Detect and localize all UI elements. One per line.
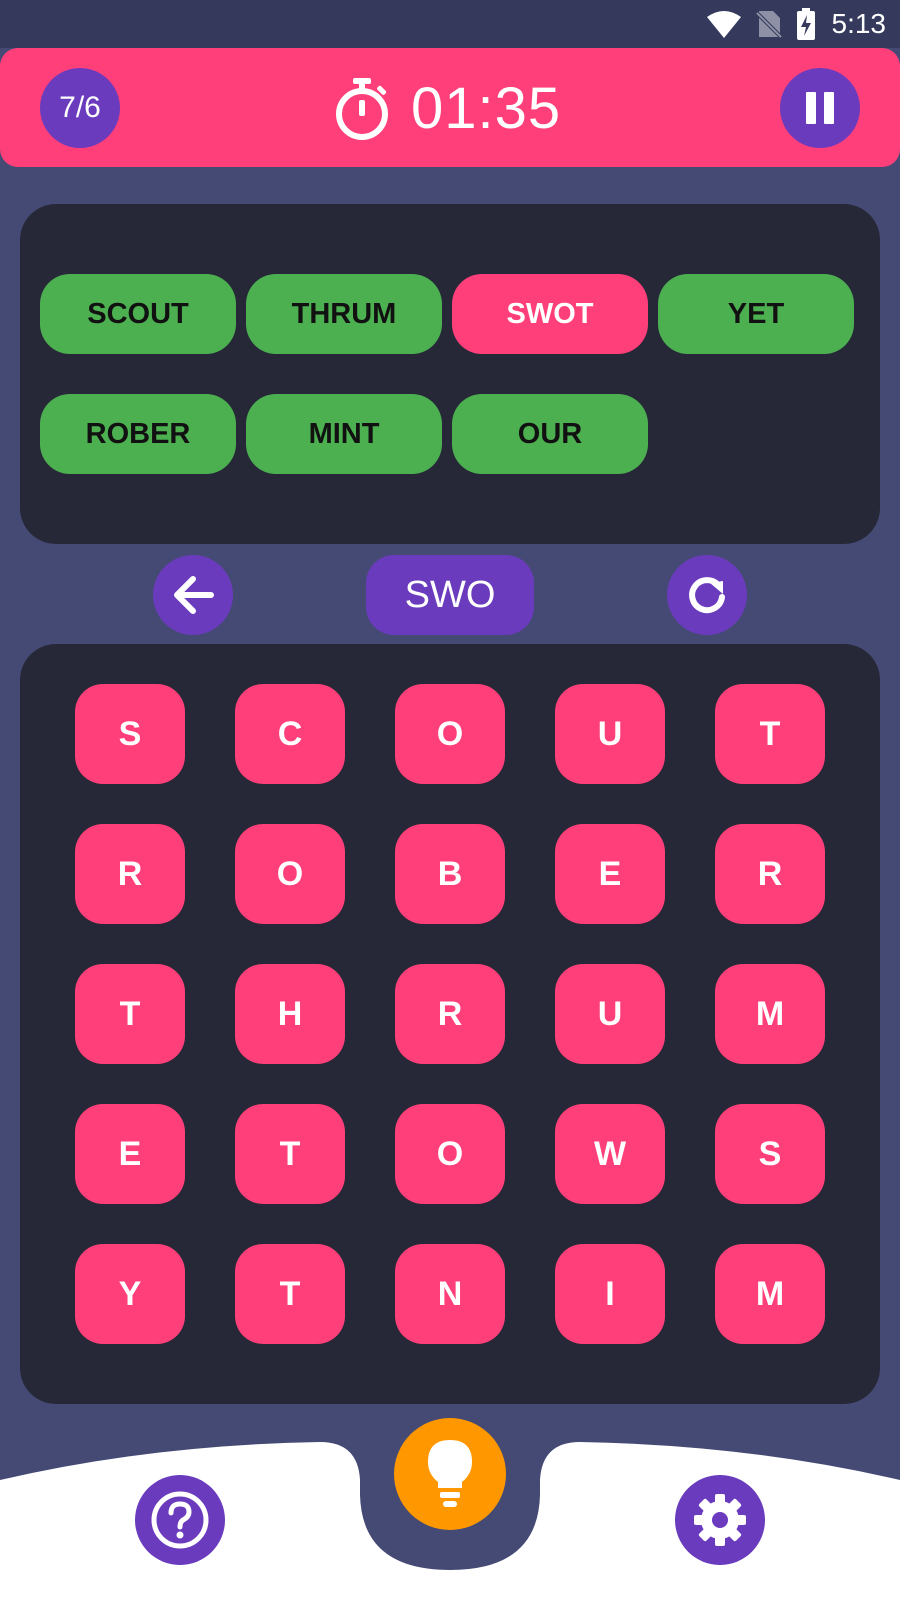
letter-tile[interactable]: Y	[75, 1244, 185, 1344]
letter-tile[interactable]: R	[395, 964, 505, 1064]
letter-tile[interactable]: E	[75, 1104, 185, 1204]
letter-tile[interactable]: O	[235, 824, 345, 924]
letter-tile[interactable]: T	[715, 684, 825, 784]
word-chip: SCOUT	[40, 274, 236, 354]
lightbulb-icon	[428, 1440, 472, 1507]
letter-tile[interactable]: T	[75, 964, 185, 1064]
back-arrow-icon	[174, 576, 214, 614]
letter-tile[interactable]: S	[715, 1104, 825, 1204]
letter-tile[interactable]: T	[235, 1244, 345, 1344]
current-word: SWO	[366, 555, 534, 635]
letter-tile[interactable]: U	[555, 964, 665, 1064]
letter-tile[interactable]: M	[715, 1244, 825, 1344]
status-icons: 5:13	[706, 8, 887, 40]
wifi-icon	[706, 11, 741, 38]
settings-button[interactable]	[675, 1475, 765, 1565]
word-chip: MINT	[246, 394, 442, 474]
word-chip: THRUM	[246, 274, 442, 354]
gear-icon	[694, 1494, 746, 1546]
letter-grid: S C O U T R O B E R T H R U M E T O W S …	[20, 644, 880, 1404]
status-bar: 5:13	[0, 0, 900, 48]
letter-tile[interactable]: N	[395, 1244, 505, 1344]
timer: 01:35	[333, 66, 561, 150]
backspace-button[interactable]	[153, 555, 233, 635]
letter-tile[interactable]: W	[555, 1104, 665, 1204]
hint-button[interactable]	[394, 1418, 506, 1530]
letter-tile[interactable]: H	[235, 964, 345, 1064]
battery-charging-icon	[796, 8, 815, 40]
letter-tile[interactable]: U	[555, 684, 665, 784]
level-badge: 7/6	[40, 68, 120, 148]
letter-tile[interactable]: T	[235, 1104, 345, 1204]
letter-tile[interactable]: M	[715, 964, 825, 1064]
letter-tile[interactable]: B	[395, 824, 505, 924]
letter-tile[interactable]: C	[235, 684, 345, 784]
help-icon	[151, 1491, 209, 1549]
letter-tile[interactable]: I	[555, 1244, 665, 1344]
stopwatch-icon	[336, 78, 388, 140]
refresh-icon	[689, 577, 725, 614]
letter-tile[interactable]: O	[395, 1104, 505, 1204]
found-words-panel: SCOUT THRUM SWOT YET ROBER MINT OUR	[20, 204, 880, 544]
pause-icon	[806, 92, 834, 124]
no-sim-icon	[755, 11, 782, 39]
help-button[interactable]	[135, 1475, 225, 1565]
reset-button[interactable]	[667, 555, 747, 635]
status-time: 5:13	[831, 8, 887, 39]
word-chip: OUR	[452, 394, 648, 474]
letter-tile[interactable]: R	[75, 824, 185, 924]
letter-tile[interactable]: E	[555, 824, 665, 924]
game-header: 7/6 01:35	[0, 48, 900, 167]
pause-button[interactable]	[780, 68, 860, 148]
letter-tile[interactable]: O	[395, 684, 505, 784]
word-chip: SWOT	[452, 274, 648, 354]
letter-tile[interactable]: R	[715, 824, 825, 924]
word-chip: ROBER	[40, 394, 236, 474]
letter-tile[interactable]: S	[75, 684, 185, 784]
timer-text: 01:35	[411, 75, 562, 141]
word-chip: YET	[658, 274, 854, 354]
